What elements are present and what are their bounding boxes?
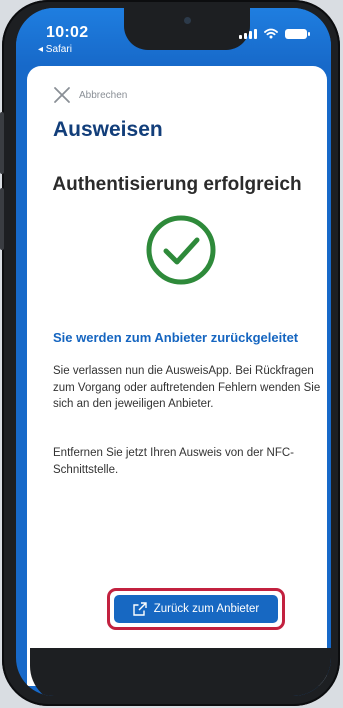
close-icon — [54, 87, 70, 103]
volume-up-button — [0, 112, 4, 174]
phone-frame: 10:02 ◂ Safari Abbrechen Ausweisen Authe… — [0, 0, 340, 706]
page-title: Ausweisen — [53, 118, 163, 141]
remove-card-paragraph: Entfernen Sie jetzt Ihren Ausweis von de… — [53, 447, 294, 476]
cta-highlight: Zurück zum Anbieter — [107, 588, 285, 630]
screen: 10:02 ◂ Safari Abbrechen Ausweisen Authe… — [16, 8, 331, 696]
result-title: Authentisierung erfolgreich — [52, 174, 302, 195]
front-camera — [184, 17, 191, 24]
wifi-icon — [264, 28, 278, 39]
checkmark-circle-icon — [146, 215, 216, 285]
redirect-heading: Sie werden zum Anbieter zurückgeleitet — [53, 330, 299, 345]
status-icons — [239, 28, 310, 39]
back-to-provider-button[interactable]: Zurück zum Anbieter — [114, 595, 278, 623]
phone-bottom-bezel — [30, 648, 331, 696]
external-link-icon — [133, 602, 147, 616]
volume-down-button — [0, 188, 4, 250]
notch — [124, 8, 250, 50]
status-bar: 10:02 ◂ Safari — [16, 8, 331, 66]
clock: 10:02 — [46, 24, 89, 41]
cancel-button[interactable]: Abbrechen — [53, 86, 127, 104]
auth-sheet: Abbrechen Ausweisen Authentisierung erfo… — [27, 66, 327, 686]
back-to-safari-link[interactable]: ◂ Safari — [38, 44, 72, 55]
battery-icon — [285, 29, 310, 39]
cancel-label: Abbrechen — [79, 89, 128, 101]
info-paragraph: Sie verlassen nun die AusweisApp. Bei Rü… — [53, 365, 321, 410]
back-to-provider-label: Zurück zum Anbieter — [153, 603, 260, 615]
signal-icon — [239, 29, 257, 39]
